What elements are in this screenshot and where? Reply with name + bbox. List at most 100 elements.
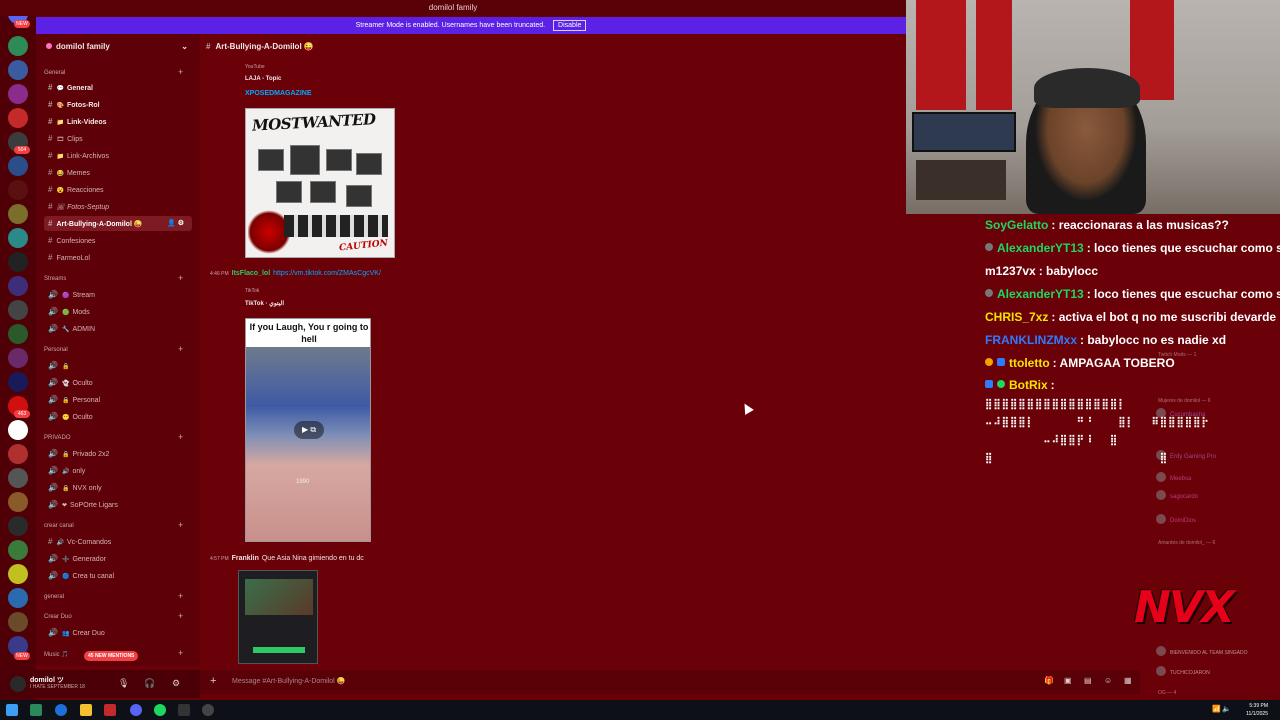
avatar[interactable] bbox=[10, 676, 26, 692]
server-icon[interactable] bbox=[8, 180, 28, 200]
add-channel-icon[interactable]: + bbox=[178, 648, 183, 658]
channel-general[interactable]: # 💬 General bbox=[44, 80, 192, 95]
channel-farmeolol[interactable]: # FarmeoLol bbox=[44, 250, 192, 265]
volume-icon[interactable]: 🔈 bbox=[1222, 705, 1231, 713]
new-mentions-pill[interactable]: 45 NEW MENTIONS bbox=[84, 651, 139, 661]
embed-author[interactable]: TikTok · اليتوي bbox=[245, 300, 284, 307]
channel-confesiones[interactable]: # Confesiones bbox=[44, 233, 192, 248]
app-icon[interactable] bbox=[178, 704, 190, 716]
album-cover-image[interactable]: MOSTWANTED CAUTION bbox=[245, 108, 395, 258]
server-icon[interactable] bbox=[8, 588, 28, 608]
channel-clips[interactable]: # 🎞 Clips bbox=[44, 131, 192, 146]
server-icon[interactable] bbox=[8, 300, 28, 320]
apps-icon[interactable]: ▦ bbox=[1124, 676, 1132, 685]
server-icon[interactable] bbox=[8, 228, 28, 248]
app-icon[interactable] bbox=[104, 704, 116, 716]
channel-oculto[interactable]: 🔊 👻 Oculto bbox=[44, 375, 192, 390]
server-icon[interactable] bbox=[8, 276, 28, 296]
category-privado[interactable]: PRIVADO + bbox=[44, 432, 183, 442]
emoji-icon[interactable]: ☺ bbox=[1104, 676, 1112, 685]
server-icon[interactable] bbox=[8, 252, 28, 272]
member-item[interactable]: TUCHICOJARON bbox=[1156, 666, 1210, 676]
server-icon[interactable] bbox=[8, 60, 28, 80]
add-channel-icon[interactable]: + bbox=[178, 520, 183, 530]
channel-nvx-only[interactable]: 🔊 🔒 NVX only bbox=[44, 480, 192, 495]
server-icon[interactable] bbox=[8, 204, 28, 224]
server-icon[interactable] bbox=[8, 108, 28, 128]
server-icon[interactable] bbox=[8, 324, 28, 344]
microphone-icon[interactable]: 🎙 bbox=[118, 678, 129, 689]
gift-icon[interactable]: 🎁 bbox=[1044, 676, 1054, 685]
channel-settings-icon[interactable]: 👤 ⚙ bbox=[167, 216, 184, 231]
server-icon[interactable] bbox=[8, 372, 28, 392]
server-icon[interactable] bbox=[8, 540, 28, 560]
channel-memes[interactable]: # 😂 Memes bbox=[44, 165, 192, 180]
channel-locked[interactable]: 🔊 🔒 bbox=[44, 358, 192, 373]
server-icon[interactable] bbox=[8, 36, 28, 56]
message-author[interactable]: Franklin bbox=[232, 555, 259, 562]
chevron-down-icon[interactable]: ⌄ bbox=[181, 38, 188, 56]
channel-privado-2x2[interactable]: 🔊 🔒 Privado 2x2 bbox=[44, 446, 192, 461]
server-icon[interactable] bbox=[8, 516, 28, 536]
channel-only[interactable]: 🔊 🔊 only bbox=[44, 463, 192, 478]
category-crear-canal[interactable]: crear canal + bbox=[44, 520, 183, 530]
channel-vc-comandos[interactable]: # 🔊 Vc-Comandos bbox=[44, 534, 192, 549]
channel-link-videos[interactable]: # 📁 Link-Videos bbox=[44, 114, 192, 129]
category-personal[interactable]: Personal + bbox=[44, 344, 183, 354]
member-item[interactable]: DomiDios bbox=[1156, 514, 1196, 524]
channel-generador[interactable]: 🔊 ➕ Generador bbox=[44, 551, 192, 566]
play-icon[interactable]: ▶ ⧉ bbox=[294, 421, 324, 439]
add-channel-icon[interactable]: + bbox=[178, 344, 183, 354]
gear-icon[interactable]: ⚙ bbox=[172, 678, 180, 689]
category-crear-duo[interactable]: Crear Duo + bbox=[44, 611, 183, 621]
server-icon[interactable] bbox=[8, 444, 28, 464]
add-attachment-icon[interactable]: + bbox=[210, 675, 216, 687]
server-icon[interactable] bbox=[8, 612, 28, 632]
headset-icon[interactable]: 🎧 bbox=[144, 678, 155, 689]
sticker-icon[interactable]: ▤ bbox=[1084, 676, 1092, 685]
category-general[interactable]: General + bbox=[44, 67, 183, 77]
server-icon[interactable] bbox=[8, 468, 28, 488]
message-link[interactable]: https://vm.tiktok.com/ZMAsCgcVK/ bbox=[273, 270, 381, 277]
server-icon[interactable] bbox=[8, 84, 28, 104]
add-channel-icon[interactable]: + bbox=[178, 432, 183, 442]
add-channel-icon[interactable]: + bbox=[178, 273, 183, 283]
server-icon[interactable] bbox=[8, 492, 28, 512]
folder-icon[interactable] bbox=[80, 704, 92, 716]
channel-art-bullying[interactable]: # Art-Bullying-A-Domilol 😜 👤 ⚙ bbox=[44, 216, 192, 231]
start-icon[interactable] bbox=[6, 704, 18, 716]
channel-stream[interactable]: 🔊 🟣 Stream bbox=[44, 287, 192, 302]
add-channel-icon[interactable]: + bbox=[178, 591, 183, 601]
member-item[interactable]: BIENVENIDO AL TEAM SINGADO bbox=[1156, 646, 1248, 656]
server-header[interactable]: domilol family ⌄ bbox=[36, 38, 200, 56]
category-music[interactable]: Music 🎵 + bbox=[44, 648, 183, 658]
embed-author[interactable]: LAJA - Topic bbox=[245, 76, 281, 82]
server-icon[interactable] bbox=[8, 348, 28, 368]
server-icon[interactable] bbox=[8, 420, 28, 440]
channel-soporte-ligars[interactable]: 🔊 ❤ SoPOrte Ligars bbox=[44, 497, 192, 512]
channel-reacciones[interactable]: # 😮 Reacciones bbox=[44, 182, 192, 197]
channel-mods[interactable]: 🔊 🟢 Mods bbox=[44, 304, 192, 319]
tiktok-video-embed[interactable]: If you Laugh, You r going to hell ▶ ⧉ 19… bbox=[245, 318, 371, 542]
add-channel-icon[interactable]: + bbox=[178, 67, 183, 77]
channel-link-archivos[interactable]: # 📁 Link-Archivos bbox=[44, 148, 192, 163]
channel-personal[interactable]: 🔊 🔒 Personal bbox=[44, 392, 192, 407]
channel-fotos-rol[interactable]: # 🎨 Fotos-Rol bbox=[44, 97, 192, 112]
server-icon[interactable] bbox=[8, 156, 28, 176]
discord-icon[interactable] bbox=[130, 704, 142, 716]
clock[interactable]: 5:39 PM 11/1/2025 bbox=[1246, 702, 1268, 718]
category-streams[interactable]: Streams + bbox=[44, 273, 183, 283]
category-general-2[interactable]: general + bbox=[44, 591, 183, 601]
gif-icon[interactable]: ▣ bbox=[1064, 676, 1072, 685]
network-icon[interactable]: 📶 bbox=[1212, 705, 1221, 713]
obs-icon[interactable] bbox=[202, 704, 214, 716]
channel-admin[interactable]: 🔊 🔧 ADMIN bbox=[44, 321, 192, 336]
disable-streamer-mode-button[interactable]: Disable bbox=[553, 20, 587, 31]
channel-crea-tu-canal[interactable]: 🔊 🔵 Crea tu canal bbox=[44, 568, 192, 583]
add-channel-icon[interactable]: + bbox=[178, 611, 183, 621]
embed-title[interactable]: XPOSEDMAGAZINE bbox=[245, 90, 312, 97]
app-icon[interactable] bbox=[30, 704, 42, 716]
channel-oculto-2[interactable]: 🔊 😶 Oculto bbox=[44, 409, 192, 424]
attachment-thumbnail[interactable] bbox=[238, 570, 318, 664]
channel-crear-duo[interactable]: 🔊 👥 Crear Duo bbox=[44, 625, 192, 640]
